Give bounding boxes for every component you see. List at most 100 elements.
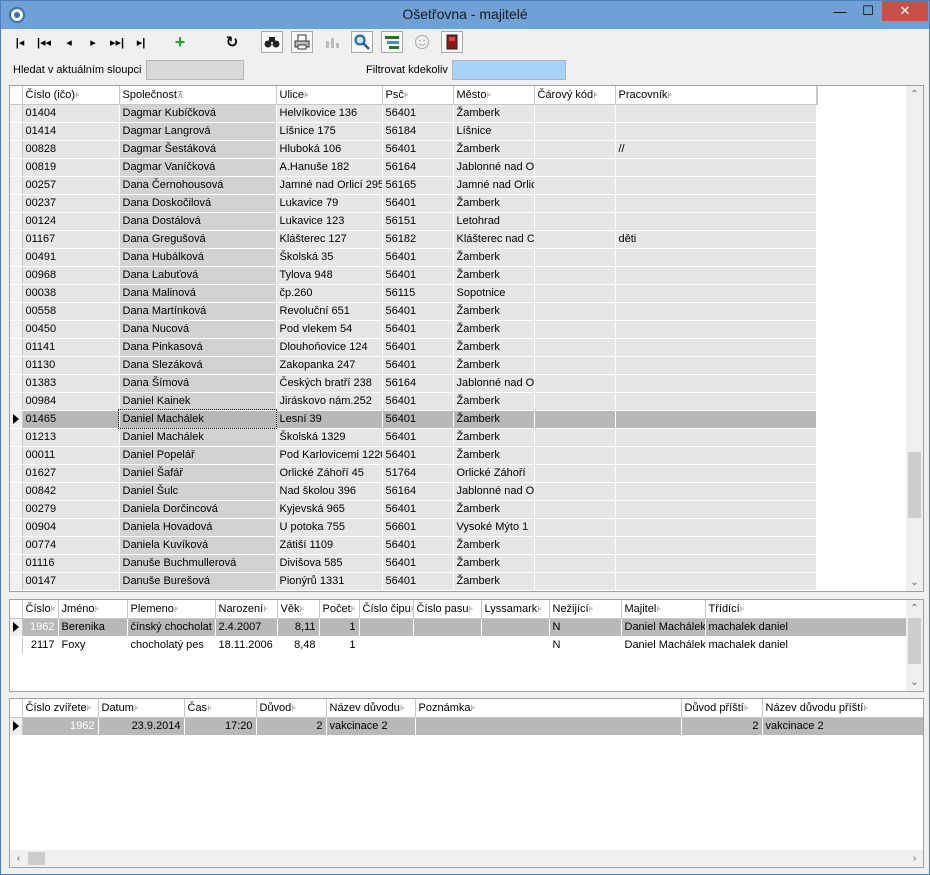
column-header[interactable]: Důvod⊧ <box>256 699 327 718</box>
row-indicator[interactable] <box>10 636 23 655</box>
table-cell[interactable]: 1 <box>319 636 360 655</box>
table-cell[interactable] <box>534 464 616 483</box>
row-indicator[interactable] <box>10 518 23 537</box>
table-cell[interactable] <box>615 248 817 267</box>
table-cell[interactable]: čínský chocholat <box>127 618 216 637</box>
table-cell[interactable]: 8,48 <box>277 636 320 655</box>
row-indicator[interactable] <box>10 104 23 123</box>
table-cell[interactable]: 56115 <box>382 284 454 303</box>
column-header[interactable]: Poznámka⊧ <box>415 699 682 718</box>
table-cell[interactable]: Berenika <box>58 618 128 637</box>
column-header[interactable]: Společnost⊼ <box>119 86 277 105</box>
table-cell[interactable] <box>534 572 616 591</box>
table-cell[interactable]: Dana Pinkasová <box>119 338 277 357</box>
table-cell[interactable]: 01167 <box>22 230 120 249</box>
scroll-thumb[interactable] <box>908 452 921 518</box>
column-header[interactable]: Pracovník⊧ <box>615 86 817 105</box>
table-cell[interactable]: Klášterec nad C <box>453 230 535 249</box>
table-cell[interactable]: Jablonné nad O <box>453 482 535 501</box>
table-cell[interactable] <box>415 717 682 736</box>
table-row[interactable]: 01130 Dana Slezáková Zakopanka 247 56401 Žam… <box>10 356 818 375</box>
table-cell[interactable]: 00011 <box>22 446 120 465</box>
row-indicator[interactable] <box>10 374 23 393</box>
row-indicator[interactable] <box>10 248 23 267</box>
table-row[interactable]: 00011 Daniel Popelář Pod Karlovicemi 1220 5… <box>10 446 818 465</box>
table-cell[interactable] <box>534 140 616 159</box>
row-indicator[interactable] <box>10 320 23 339</box>
table-cell[interactable]: Lukavice 123 <box>276 212 383 231</box>
table-cell[interactable] <box>534 374 616 393</box>
table-cell[interactable]: N <box>549 636 622 655</box>
table-cell[interactable] <box>534 410 616 429</box>
table-cell[interactable]: 2.4.2007 <box>215 618 278 637</box>
filter-icon[interactable]: ⊧ <box>656 604 661 614</box>
filter-icon[interactable]: ⊧ <box>667 90 672 100</box>
table-row[interactable]: 1962 Berenika čínský chocholat 2.4.2007 8,11… <box>10 618 908 637</box>
filter-icon[interactable]: ⊧ <box>744 703 749 713</box>
table-cell[interactable] <box>615 176 817 195</box>
row-indicator[interactable] <box>10 302 23 321</box>
table-cell[interactable]: Daniel Kainek <box>119 392 277 411</box>
table-cell[interactable]: Dagmar Vaníčková <box>119 158 277 177</box>
table-cell[interactable]: Dana Šímová <box>119 374 277 393</box>
table-cell[interactable]: 00558 <box>22 302 120 321</box>
table-cell[interactable]: 56401 <box>382 572 454 591</box>
table-cell[interactable]: Dana Martínková <box>119 302 277 321</box>
table-cell[interactable]: Žamberk <box>453 428 535 447</box>
table-cell[interactable]: Orlické Záhoří 45 <box>276 464 383 483</box>
table-cell[interactable]: Dagmar Langrová <box>119 122 277 141</box>
table-cell[interactable]: Žamberk <box>453 266 535 285</box>
column-header[interactable]: Název důvodu příští⊧ <box>762 699 923 718</box>
table-cell[interactable]: 56401 <box>382 194 454 213</box>
table-cell[interactable]: Divišova 585 <box>276 554 383 573</box>
filter-button[interactable] <box>381 31 403 53</box>
table-cell[interactable]: Lukavice 79 <box>276 194 383 213</box>
table-cell[interactable]: Školská 35 <box>276 248 383 267</box>
column-header[interactable]: Název důvodu⊧ <box>326 699 416 718</box>
table-cell[interactable]: 56401 <box>382 104 454 123</box>
table-cell[interactable]: 2 <box>256 717 327 736</box>
zoom-button[interactable] <box>351 31 373 53</box>
table-row[interactable]: 01465 Daniel Machálek Lesní 39 56401 Žamberk <box>10 409 818 429</box>
table-cell[interactable]: 01404 <box>22 104 120 123</box>
table-cell[interactable]: 00279 <box>22 500 120 519</box>
table-cell[interactable] <box>615 572 817 591</box>
prev-page-button[interactable]: |◂◂ <box>33 31 55 53</box>
row-indicator[interactable] <box>10 410 23 429</box>
row-indicator[interactable] <box>10 554 23 573</box>
table-cell[interactable]: Líšnice 175 <box>276 122 383 141</box>
table-cell[interactable]: Školská 1329 <box>276 428 383 447</box>
table-cell[interactable]: Žamberk <box>453 410 535 429</box>
table-cell[interactable]: 18.11.2006 <box>215 636 278 655</box>
table-cell[interactable]: 56401 <box>382 338 454 357</box>
print-button[interactable] <box>291 31 313 53</box>
exit-button[interactable] <box>441 31 463 53</box>
table-cell[interactable] <box>413 618 482 637</box>
table-cell[interactable] <box>615 194 817 213</box>
table-cell[interactable]: A.Hanuše 182 <box>276 158 383 177</box>
table-cell[interactable] <box>534 338 616 357</box>
row-indicator[interactable] <box>10 140 23 159</box>
grid-disabled-button[interactable] <box>321 31 343 53</box>
table-cell[interactable]: Pionýrů 1331 <box>276 572 383 591</box>
row-indicator[interactable] <box>10 356 23 375</box>
table-row[interactable]: 00038 Dana Malinová čp.260 56115 Sopotnice <box>10 284 818 303</box>
table-cell[interactable]: 01141 <box>22 338 120 357</box>
close-button[interactable]: ✕ <box>882 1 928 21</box>
table-cell[interactable]: Dana Doskočilová <box>119 194 277 213</box>
maximize-button[interactable]: ☐ <box>854 1 882 21</box>
table-cell[interactable]: Vysoké Mýto 1 <box>453 518 535 537</box>
table-cell[interactable]: Daniela Kuvíková <box>119 536 277 555</box>
table-cell[interactable] <box>534 500 616 519</box>
column-header[interactable]: Lyssamark⊧ <box>481 600 550 619</box>
filter-icon[interactable]: ⊧ <box>299 604 304 614</box>
binoculars-button[interactable] <box>261 31 283 53</box>
table-cell[interactable]: 56184 <box>382 122 454 141</box>
table-cell[interactable]: Žamberk <box>453 392 535 411</box>
column-header[interactable]: Důvod příští⊧ <box>681 699 763 718</box>
table-cell[interactable] <box>615 518 817 537</box>
table-cell[interactable]: Zátiší 1109 <box>276 536 383 555</box>
table-cell[interactable]: Foxy <box>58 636 128 655</box>
table-cell[interactable]: Dagmar Kubíčková <box>119 104 277 123</box>
column-header[interactable]: Číslo⊧ <box>22 600 59 619</box>
